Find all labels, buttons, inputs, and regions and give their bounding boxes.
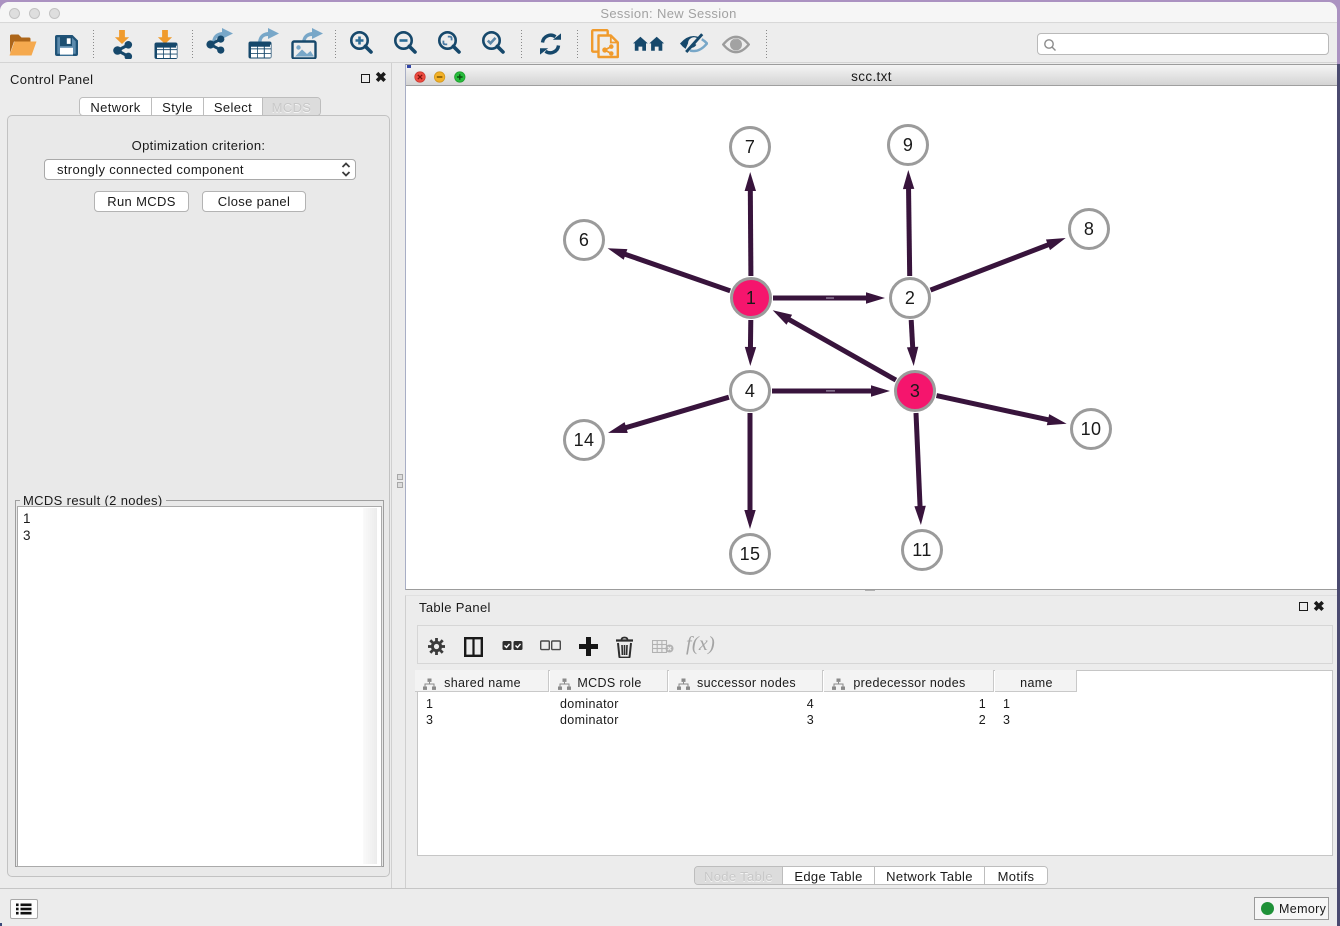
svg-text:2: 2 (905, 288, 915, 308)
svg-text:11: 11 (912, 540, 931, 560)
svg-text:3: 3 (910, 381, 920, 401)
svg-text:6: 6 (579, 230, 589, 250)
svg-text:1: 1 (746, 288, 756, 308)
svg-text:15: 15 (740, 544, 761, 564)
svg-text:14: 14 (574, 430, 595, 450)
svg-text:9: 9 (903, 135, 913, 155)
svg-text:4: 4 (745, 381, 755, 401)
svg-text:10: 10 (1081, 419, 1102, 439)
svg-text:8: 8 (1084, 219, 1094, 239)
svg-text:7: 7 (745, 137, 755, 157)
